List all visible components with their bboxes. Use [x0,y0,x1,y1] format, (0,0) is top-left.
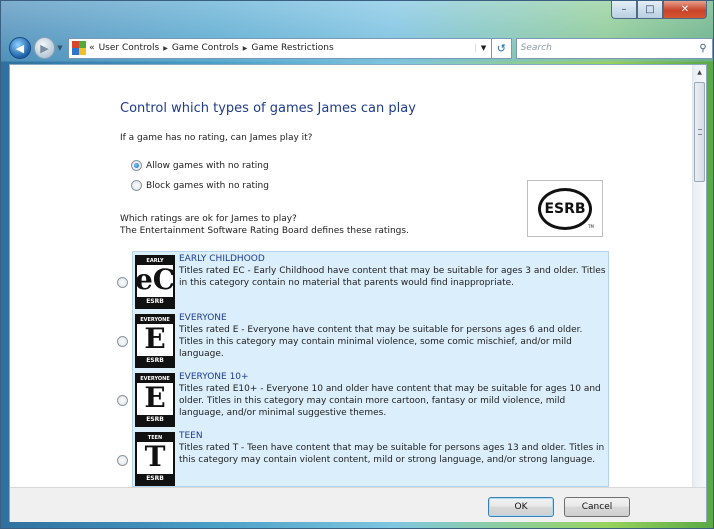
esrb-logo-text: ESRB [538,187,592,230]
rating-everyone: EVERYONE E ESRB EVERYONE Titles rated E … [133,311,608,370]
breadcrumb-overflow[interactable]: « [89,43,95,53]
scroll-up-icon[interactable]: ▲ [693,65,706,79]
rating-e10-icon: EVERYONE 10+ E ESRB [135,373,175,427]
breadcrumb-separator-icon[interactable]: ▶ [163,45,168,52]
ratings-question-line2: The Entertainment Software Rating Board … [120,226,409,236]
ratings-question: Which ratings are ok for James to play? … [120,213,409,237]
ok-button[interactable]: OK [488,497,554,517]
address-bar[interactable]: « User Controls ▶ Game Controls ▶ Game R… [68,37,493,59]
dialog-footer: OK Cancel [10,487,706,522]
rating-t-icon: TEEN T ESRB [135,432,175,486]
forward-arrow-icon[interactable]: ▶ [33,37,56,59]
close-icon[interactable]: ✕ [663,1,707,19]
breadcrumb-game-restrictions[interactable]: Game Restrictions [251,43,333,53]
block-unrated-radio[interactable] [131,180,142,191]
control-panel-icon [72,41,87,55]
refresh-icon[interactable]: ↺ [492,37,512,59]
allow-unrated-label[interactable]: Allow games with no rating [146,161,269,171]
unrated-question: If a game has no rating, can James play … [120,133,313,143]
ratings-question-line1: Which ratings are ok for James to play? [120,214,297,224]
rating-ec-icon-letter: eC [134,263,176,296]
breadcrumb-user-controls[interactable]: User Controls [99,43,160,53]
game-restrictions-window: – □ ✕ ◀ ▶ ▼ « User Controls ▶ Game Contr… [0,0,714,529]
rating-ec-radio[interactable] [117,277,128,288]
search-placeholder: Search [520,43,552,53]
rating-description: Titles rated EC - Early Childhood have c… [179,266,606,288]
rating-e-icon-bottom: ESRB [137,356,173,366]
allow-unrated-radio[interactable] [131,160,142,171]
breadcrumb-separator-icon[interactable]: ▶ [243,45,248,52]
rating-early-childhood: EARLY CHILDHOOD eC ESRB EARLY CHILDHOOD … [133,252,608,311]
address-dropdown-icon[interactable]: ▼ [475,44,491,52]
minimize-icon[interactable]: – [611,1,637,19]
cancel-button[interactable]: Cancel [564,497,630,517]
search-icon[interactable]: ⚲ [694,43,712,54]
allow-unrated-option[interactable]: Allow games with no rating [131,160,269,171]
back-arrow-icon[interactable]: ◀ [9,37,31,59]
block-unrated-option[interactable]: Block games with no rating [131,180,269,191]
rating-description: Titles rated E10+ - Everyone 10 and olde… [179,384,601,418]
rating-t-icon-letter: T [144,440,166,473]
rating-title: EVERYONE 10+ [179,372,249,382]
page-title: Control which types of games James can p… [120,101,416,116]
rating-ec-icon: EARLY CHILDHOOD eC ESRB [135,255,175,309]
rating-description: Titles rated T - Teen have content that … [179,443,605,465]
esrb-logo-tm: TM [588,224,594,229]
rating-description: Titles rated E - Everyone have content t… [179,325,583,359]
rating-teen: TEEN T ESRB TEEN Titles rated T - Teen h… [133,429,608,486]
recent-pages-chevron-icon[interactable]: ▼ [57,44,66,52]
ratings-list: EARLY CHILDHOOD eC ESRB EARLY CHILDHOOD … [132,251,609,487]
vertical-scrollbar[interactable]: ▲ [692,65,706,487]
rating-title: EARLY CHILDHOOD [179,254,265,264]
rating-t-icon-bottom: ESRB [137,474,173,484]
esrb-logo: ESRB TM [527,180,603,237]
rating-title: EVERYONE [179,313,227,323]
rating-e10-icon-letter: E [144,381,166,414]
search-input[interactable]: Search ⚲ [515,37,713,59]
scroll-thumb[interactable] [694,82,705,182]
rating-e10-radio[interactable] [117,395,128,406]
rating-t-radio[interactable] [117,455,128,466]
rating-e-icon-letter: E [144,322,166,355]
rating-title: TEEN [179,431,203,441]
rating-ec-icon-bottom: ESRB [137,297,173,307]
content-pane: Control which types of games James can p… [9,64,707,522]
block-unrated-label[interactable]: Block games with no rating [146,181,269,191]
rating-e-icon: EVERYONE E ESRB [135,314,175,368]
rating-e-radio[interactable] [117,336,128,347]
caption-buttons: – □ ✕ [611,1,707,19]
navigation-bar: ◀ ▶ ▼ « User Controls ▶ Game Controls ▶ … [9,35,713,61]
rating-e10-icon-bottom: ESRB [137,415,173,425]
maximize-icon[interactable]: □ [637,1,663,19]
rating-everyone-10-plus: EVERYONE 10+ E ESRB EVERYONE 10+ Titles … [133,370,608,429]
breadcrumb-game-controls[interactable]: Game Controls [172,43,239,53]
